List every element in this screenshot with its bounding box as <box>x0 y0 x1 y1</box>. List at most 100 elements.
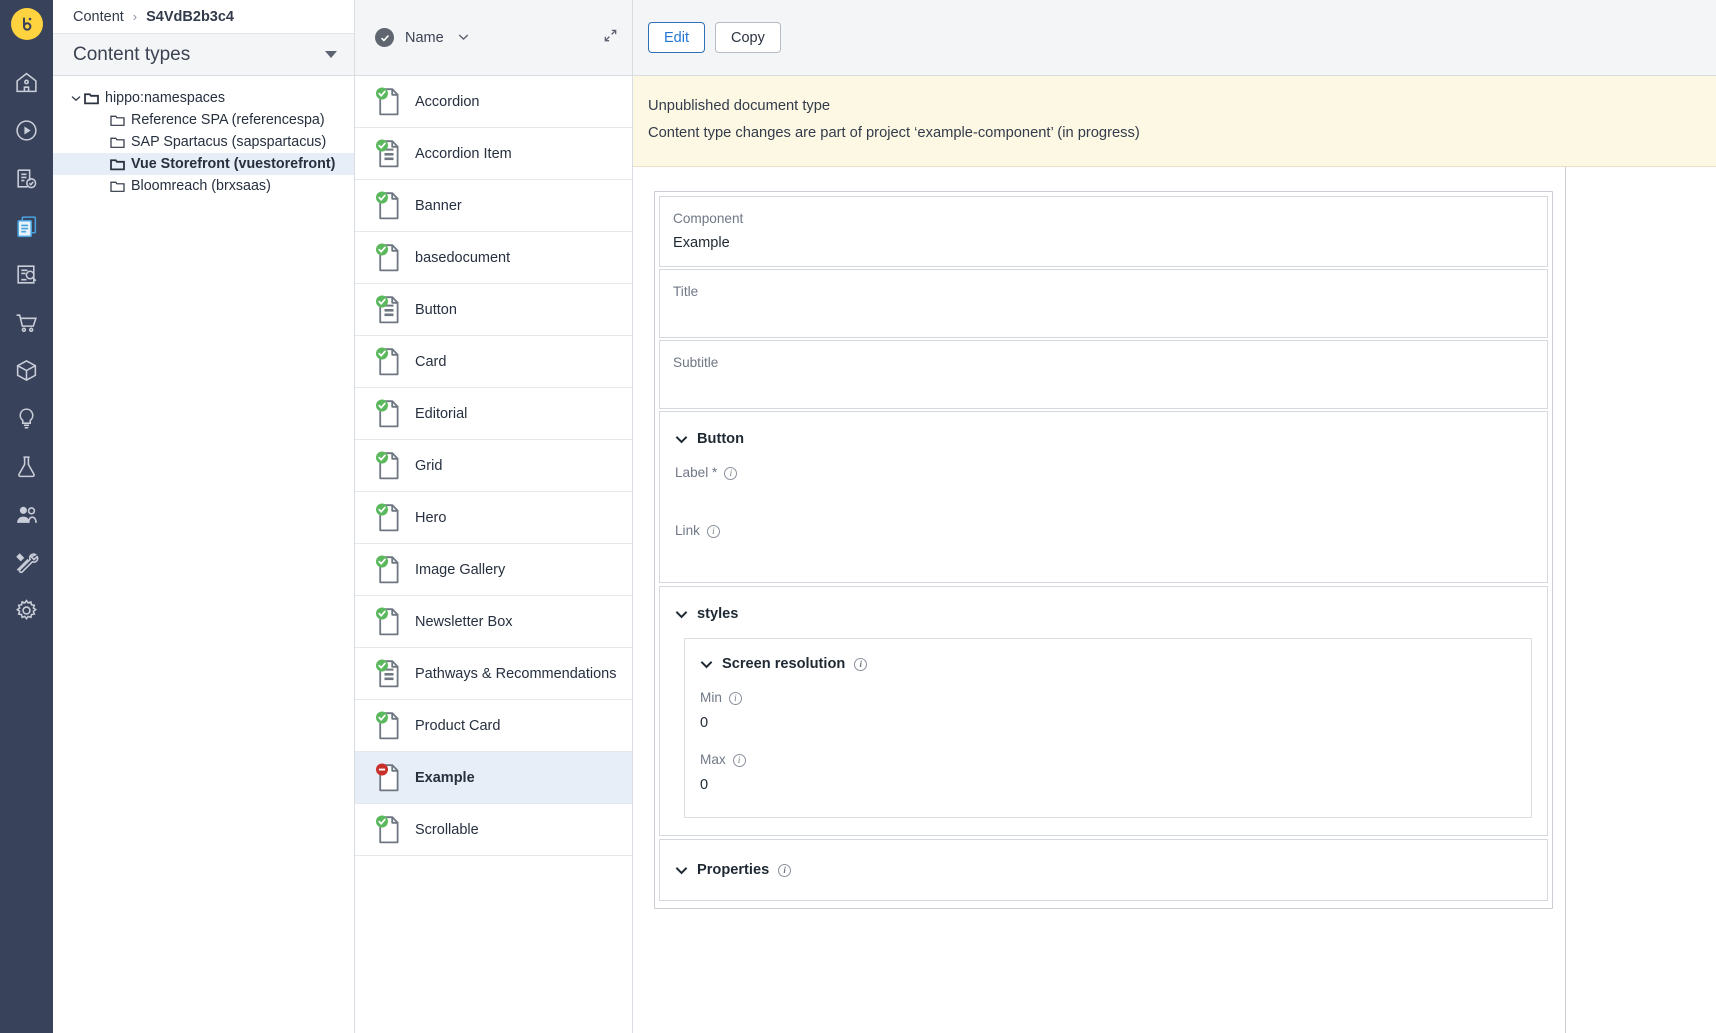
list-item-label: Newsletter Box <box>415 614 513 630</box>
document-published-icon <box>375 399 401 429</box>
form-outer-card: Component Example Title Subtitle <box>654 191 1553 909</box>
tree-node-label: Vue Storefront (vuestorefront) <box>131 156 335 172</box>
tree-node-vue-storefront-vuestorefront[interactable]: Vue Storefront (vuestorefront) <box>53 153 354 175</box>
tasks-clipboard-check-icon[interactable] <box>3 154 51 202</box>
notice-title: Unpublished document type <box>648 93 1716 120</box>
list-item[interactable]: Accordion Item <box>355 128 632 180</box>
sort-chevron-down-icon[interactable] <box>458 32 469 44</box>
group-properties-header[interactable]: Properties i <box>675 862 1532 878</box>
bloomreach-logo-icon[interactable] <box>11 8 43 40</box>
list-item[interactable]: Grid <box>355 440 632 492</box>
group-styles: styles Screen resolution i <box>659 586 1548 836</box>
insights-lightbulb-icon[interactable] <box>3 394 51 442</box>
breadcrumb-root-link[interactable]: Content <box>73 9 124 25</box>
breadcrumb: Content › S4VdB2b3c4 <box>53 0 354 33</box>
list-item-label: Example <box>415 770 475 786</box>
document-published-icon <box>375 659 401 689</box>
document-type-form: Component Example Title Subtitle <box>633 167 1553 1033</box>
group-properties-title: Properties <box>697 862 769 878</box>
info-icon[interactable]: i <box>733 754 746 767</box>
list-item[interactable]: Example <box>355 752 632 804</box>
edit-button[interactable]: Edit <box>648 22 705 53</box>
info-icon[interactable]: i <box>724 467 737 480</box>
chevron-down-icon[interactable] <box>68 95 84 102</box>
list-item[interactable]: Editorial <box>355 388 632 440</box>
list-item[interactable]: Card <box>355 336 632 388</box>
list-item[interactable]: Pathways & Recommendations <box>355 648 632 700</box>
document-published-icon <box>375 243 401 273</box>
list-item[interactable]: Product Card <box>355 700 632 752</box>
list-item[interactable]: Newsletter Box <box>355 596 632 648</box>
list-item-label: Image Gallery <box>415 562 505 578</box>
select-all-check-icon[interactable] <box>375 28 394 47</box>
tools-icon[interactable] <box>3 538 51 586</box>
group-button-header[interactable]: Button <box>675 431 1532 447</box>
group-button-title: Button <box>697 431 744 447</box>
list-item[interactable]: Accordion <box>355 76 632 128</box>
document-list: Accordion Accordion Item Banner basedocumen… <box>355 76 632 1033</box>
product-box-icon[interactable] <box>3 346 51 394</box>
list-item[interactable]: basedocument <box>355 232 632 284</box>
tree-node-bloomreach-brxsaas[interactable]: Bloomreach (brxsaas) <box>53 175 354 197</box>
list-item[interactable]: Button <box>355 284 632 336</box>
list-item[interactable]: Banner <box>355 180 632 232</box>
document-published-icon <box>375 87 401 117</box>
chevron-down-icon <box>700 658 713 671</box>
info-icon[interactable]: i <box>707 525 720 538</box>
field-button-link[interactable]: Link i <box>675 521 1532 565</box>
group-styles-header[interactable]: styles <box>675 606 1532 622</box>
list-item-label: Product Card <box>415 718 500 734</box>
chevron-down-icon <box>675 433 688 446</box>
info-icon[interactable]: i <box>778 864 791 877</box>
group-button: Button Label * i Link i <box>659 411 1548 583</box>
document-published-icon <box>375 139 401 169</box>
field-max[interactable]: Max i 0 <box>700 750 1516 798</box>
notice-detail: Content type changes are part of project… <box>648 120 1716 147</box>
field-max-label: Max <box>700 750 726 770</box>
tree-node-reference-spa-referencespa[interactable]: Reference SPA (referencespa) <box>53 109 354 131</box>
info-icon[interactable]: i <box>854 658 867 671</box>
list-item[interactable]: Scrollable <box>355 804 632 856</box>
content-types-dropdown-caret-icon[interactable] <box>325 51 337 58</box>
list-item[interactable]: Hero <box>355 492 632 544</box>
column-header-name[interactable]: Name <box>405 30 444 46</box>
document-published-icon <box>375 503 401 533</box>
field-min[interactable]: Min i 0 <box>700 688 1516 736</box>
field-button-link-value <box>675 543 1532 565</box>
info-icon[interactable]: i <box>729 692 742 705</box>
tree-node-sap-spartacus-sapspartacus[interactable]: SAP Spartacus (sapspartacus) <box>53 131 354 153</box>
home-icon[interactable] <box>3 58 51 106</box>
field-button-label[interactable]: Label * i <box>675 463 1532 507</box>
breadcrumb-current: S4VdB2b3c4 <box>146 9 234 25</box>
audiences-users-icon[interactable] <box>3 490 51 538</box>
chevron-down-icon <box>675 864 688 877</box>
field-button-label-value <box>675 485 1532 507</box>
folder-icon <box>110 180 125 193</box>
field-component-value: Example <box>673 231 1534 255</box>
settings-gear-icon[interactable] <box>3 586 51 634</box>
experiments-flask-icon[interactable] <box>3 442 51 490</box>
document-unpublished-icon <box>375 763 401 793</box>
document-list-panel: Name Accordion Accordion Item Banner basedo… <box>355 0 633 1033</box>
tree-node-hippo-namespaces[interactable]: hippo:namespaces <box>53 87 354 109</box>
commerce-cart-icon[interactable] <box>3 298 51 346</box>
editor-right-gutter <box>1565 167 1716 1033</box>
field-title[interactable]: Title <box>659 269 1548 338</box>
copy-button[interactable]: Copy <box>715 22 781 53</box>
documents-icon[interactable] <box>3 202 51 250</box>
list-item[interactable]: Image Gallery <box>355 544 632 596</box>
tree-node-label: hippo:namespaces <box>105 90 225 106</box>
list-item-label: Accordion Item <box>415 146 512 162</box>
editor-body: Component Example Title Subtitle <box>633 167 1716 1033</box>
tree-node-label: Bloomreach (brxsaas) <box>131 178 271 194</box>
document-search-icon[interactable] <box>3 250 51 298</box>
channel-manager-play-icon[interactable] <box>3 106 51 154</box>
group-screen-resolution-title: Screen resolution <box>722 656 845 672</box>
group-screen-resolution-header[interactable]: Screen resolution i <box>700 656 1516 672</box>
field-component[interactable]: Component Example <box>659 196 1548 267</box>
group-styles-title: styles <box>697 606 738 622</box>
document-published-icon <box>375 555 401 585</box>
list-item-label: Banner <box>415 198 462 214</box>
field-subtitle[interactable]: Subtitle <box>659 340 1548 409</box>
expand-list-icon[interactable] <box>603 28 618 48</box>
